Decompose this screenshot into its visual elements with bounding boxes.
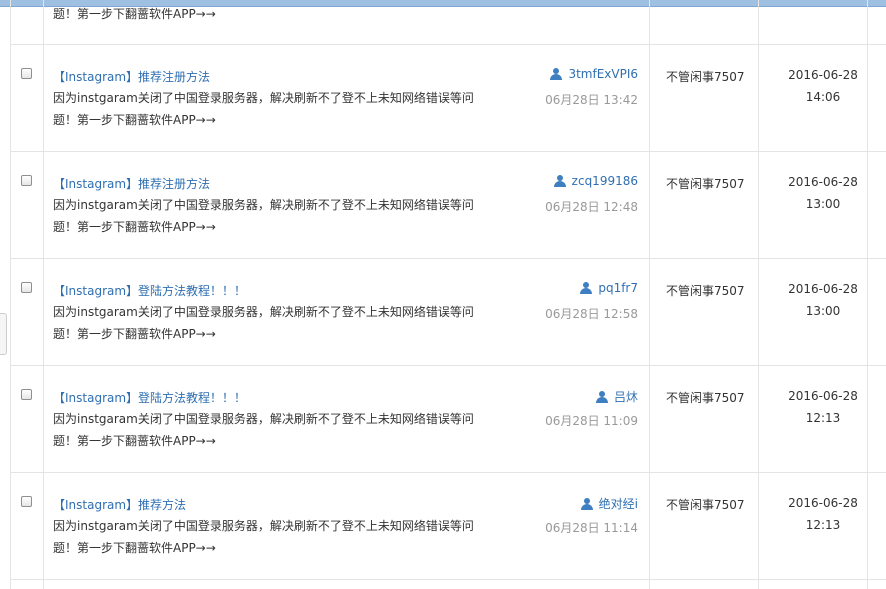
thread-title-link[interactable]: 【Instagram】登陆方法教程！！！ bbox=[53, 389, 246, 406]
last-reply-user: 不管闲事7507 bbox=[666, 70, 745, 84]
last-reply-date: 2016-06-28 bbox=[788, 389, 858, 403]
last-reply-user: 不管闲事7507 bbox=[666, 177, 745, 191]
post-time: 06月28日 11:14 bbox=[545, 521, 638, 535]
table-row: 【Instagram】推荐注册方法 因为instgaram关闭了中国登录服务器，… bbox=[11, 152, 886, 259]
row-select-checkbox[interactable] bbox=[21, 175, 32, 186]
table-row: 【Instagram】推荐注册方法 因为instgaram关闭了中国登录服务器，… bbox=[11, 45, 886, 152]
last-reply-date: 2016-06-28 bbox=[788, 68, 858, 82]
thread-author-link[interactable]: pq1fr7 bbox=[580, 281, 638, 295]
last-reply-datetime: 2016-06-28 14:06 bbox=[769, 64, 877, 108]
table-row-partial: 题！第一步下翻蔷软件APP→→ bbox=[11, 0, 886, 45]
last-reply-time: 13:00 bbox=[805, 197, 841, 211]
last-reply-time: 12:13 bbox=[805, 518, 841, 532]
thread-author-link[interactable]: zcq199186 bbox=[553, 174, 638, 188]
last-reply-date: 2016-06-28 bbox=[788, 282, 858, 296]
row-select-checkbox[interactable] bbox=[21, 282, 32, 293]
post-time: 06月28日 12:58 bbox=[545, 307, 638, 321]
thread-author-link[interactable]: 绝对经i bbox=[580, 495, 638, 512]
thread-summary: 因为instgaram关闭了中国登录服务器，解决刷新不了登不上未知网络错误等问题… bbox=[53, 91, 474, 127]
post-time: 06月28日 11:09 bbox=[545, 414, 638, 428]
last-reply-datetime: 2016-06-28 12:13 bbox=[769, 385, 877, 429]
post-time: 06月28日 12:48 bbox=[545, 200, 638, 214]
side-collapse-tab[interactable] bbox=[0, 313, 7, 355]
last-reply-time: 14:06 bbox=[805, 90, 841, 104]
last-reply-date: 2016-06-28 bbox=[788, 496, 858, 510]
author-name: 吕炑 bbox=[613, 390, 638, 404]
table-row: 【Instagram】登陆方法教程！！！ 因为instgaram关闭了中国登录服… bbox=[11, 366, 886, 473]
user-icon bbox=[595, 390, 608, 403]
last-reply-user: 不管闲事7507 bbox=[666, 391, 745, 405]
last-reply-time: 13:00 bbox=[805, 304, 841, 318]
user-icon bbox=[580, 282, 593, 294]
thread-summary: 因为instgaram关闭了中国登录服务器，解决刷新不了登不上未知网络错误等问题… bbox=[53, 305, 474, 341]
last-reply-time: 12:13 bbox=[805, 411, 841, 425]
row-select-checkbox[interactable] bbox=[21, 496, 32, 507]
last-reply-date: 2016-06-28 bbox=[788, 175, 858, 189]
author-name: 绝对经i bbox=[598, 497, 638, 511]
author-name: 3tmfExVPI6 bbox=[568, 67, 638, 81]
thread-list-table: 题！第一步下翻蔷软件APP→→ 【Instagram】推荐注册方法 因为inst… bbox=[10, 0, 886, 589]
thread-title-link[interactable]: 【Instagram】推荐注册方法 bbox=[53, 175, 210, 192]
row-select-checkbox[interactable] bbox=[21, 389, 32, 400]
last-reply-datetime: 2016-06-28 13:00 bbox=[769, 171, 877, 215]
thread-author-link[interactable]: 3tmfExVPI6 bbox=[550, 67, 638, 81]
row-select-checkbox[interactable] bbox=[21, 68, 32, 79]
post-time: 06月28日 13:42 bbox=[545, 93, 638, 107]
last-reply-user: 不管闲事7507 bbox=[666, 498, 745, 512]
thread-summary: 因为instgaram关闭了中国登录服务器，解决刷新不了登不上未知网络错误等问题… bbox=[53, 412, 474, 448]
thread-summary: 因为instgaram关闭了中国登录服务器，解决刷新不了登不上未知网络错误等问题… bbox=[53, 519, 474, 555]
last-reply-datetime: 2016-06-28 13:00 bbox=[769, 278, 877, 322]
user-icon bbox=[553, 175, 566, 187]
user-icon bbox=[550, 68, 563, 80]
thread-summary: 因为instgaram关闭了中国登录服务器，解决刷新不了登不上未知网络错误等问题… bbox=[53, 198, 474, 234]
author-name: zcq199186 bbox=[571, 174, 638, 188]
table-row: 【Instagram】推荐方法 因为instgaram关闭了中国登录服务器，解决… bbox=[11, 473, 886, 580]
thread-author-link[interactable]: 吕炑 bbox=[595, 388, 638, 405]
last-reply-user: 不管闲事7507 bbox=[666, 284, 745, 298]
thread-title-link[interactable]: 【Instagram】登陆方法教程！！！ bbox=[53, 282, 246, 299]
user-icon bbox=[580, 497, 593, 510]
thread-title-link[interactable]: 【Instagram】推荐方法 bbox=[53, 496, 186, 513]
author-name: pq1fr7 bbox=[598, 281, 638, 295]
thread-summary-tail: 题！第一步下翻蔷软件APP→→ bbox=[53, 7, 216, 21]
table-row: 【Instagram】登陆方法教程！！！ 因为instgaram关闭了中国登录服… bbox=[11, 259, 886, 366]
thread-title-link[interactable]: 【Instagram】推荐注册方法 bbox=[53, 68, 210, 85]
last-reply-datetime: 2016-06-28 12:13 bbox=[769, 492, 877, 536]
